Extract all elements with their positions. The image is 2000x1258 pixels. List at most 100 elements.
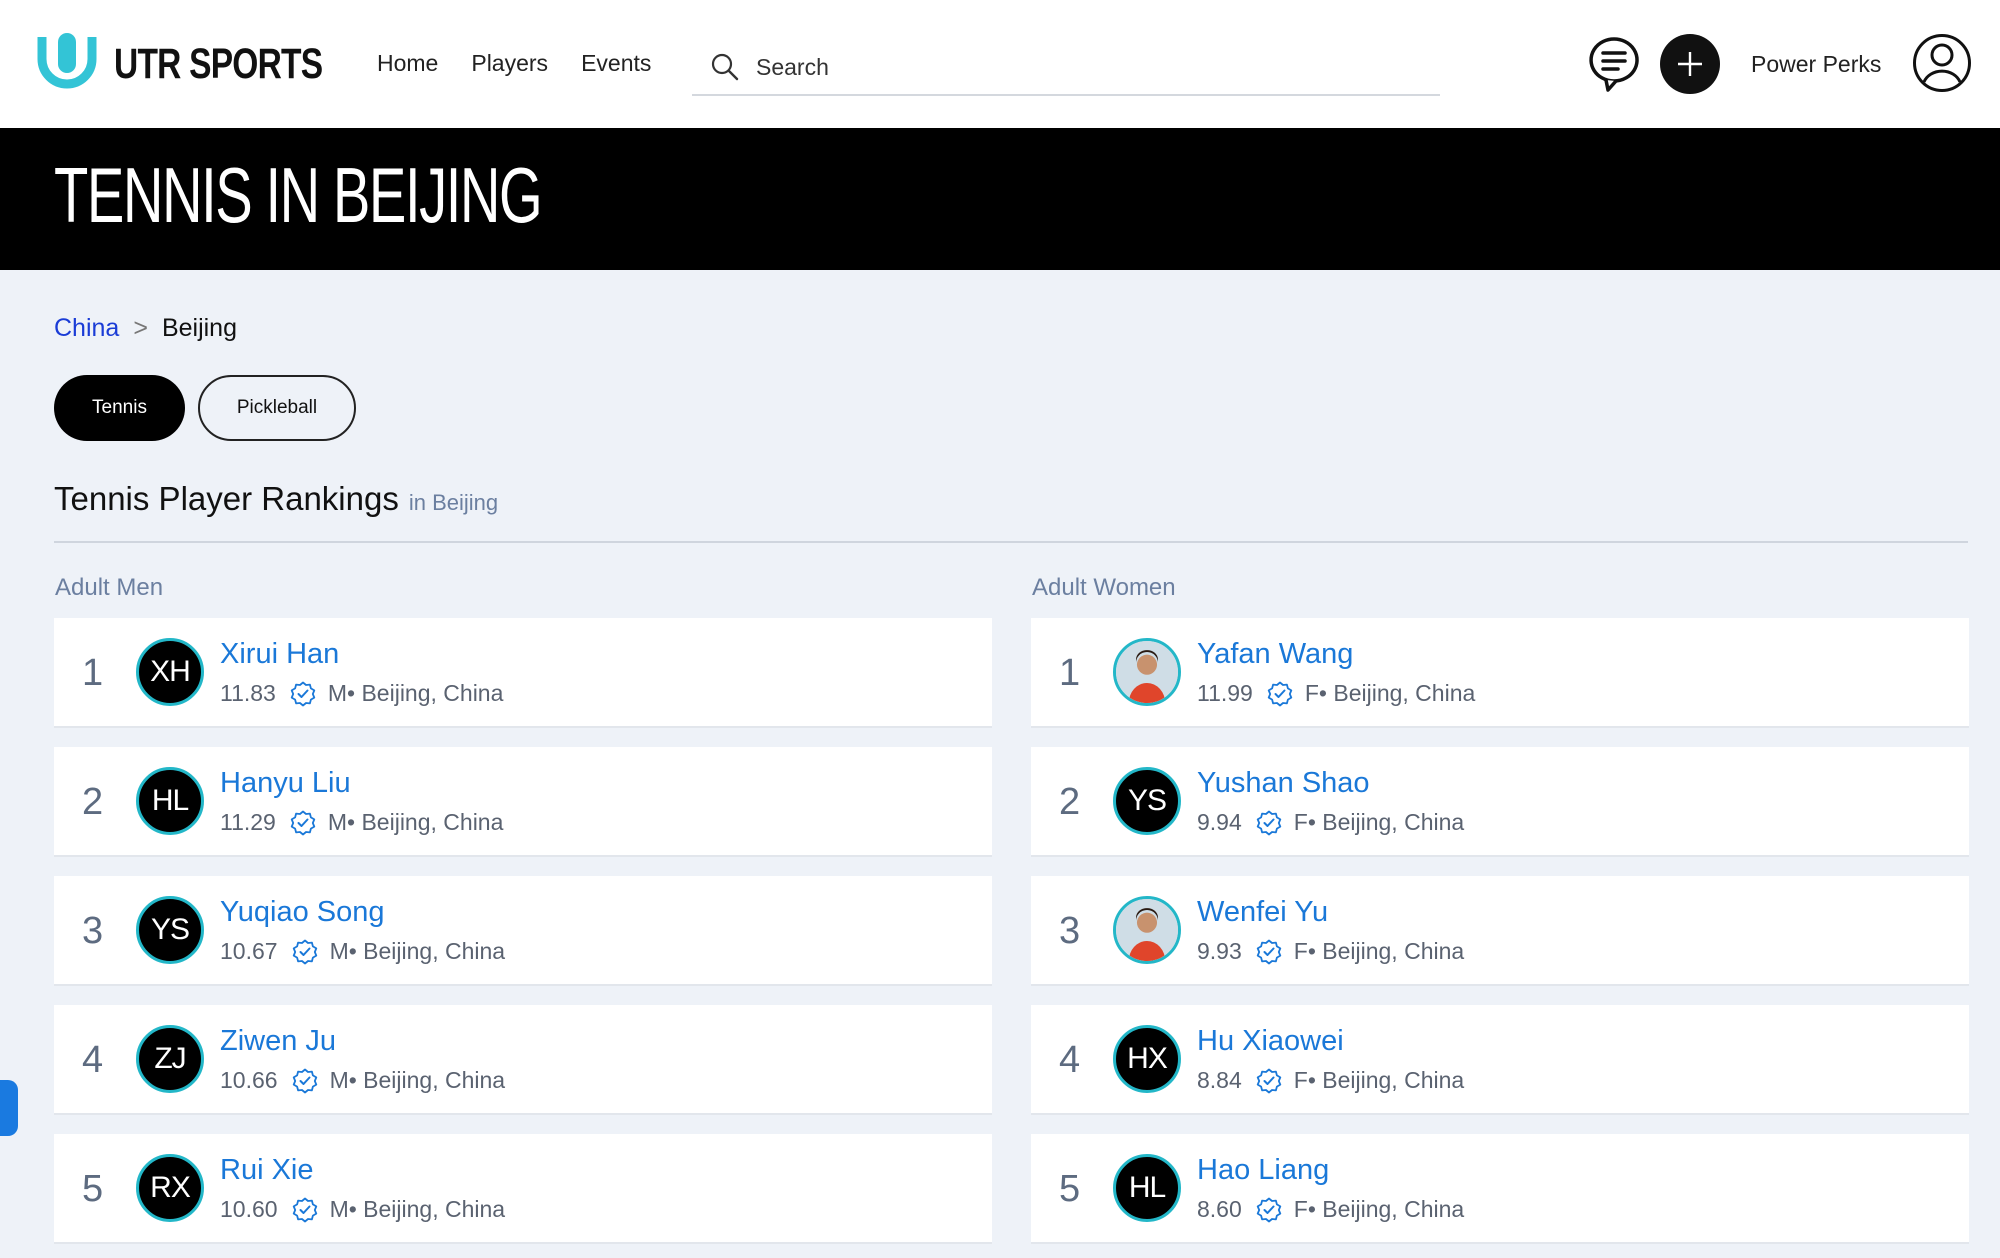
rank-number: 3 (82, 910, 104, 952)
player-meta: 8.84 F• Beijing, China (1197, 1067, 1464, 1094)
ranking-card[interactable]: 1 XH Xirui Han 11.83 M• Beijing, China (54, 618, 992, 728)
rank-number: 1 (1059, 652, 1081, 694)
player-name-link[interactable]: Xirui Han (220, 638, 339, 671)
ranking-card[interactable]: 4 HX Hu Xiaowei 8.84 F• Beijing, China (1031, 1005, 1969, 1115)
verified-icon (1256, 939, 1281, 964)
tab-tennis[interactable]: Tennis (54, 375, 185, 441)
player-avatar[interactable]: YS (1113, 767, 1181, 835)
verified-icon (1256, 1197, 1281, 1222)
rankings-title: Tennis Player Rankings (54, 480, 399, 517)
rank-number: 4 (82, 1039, 104, 1081)
adult-women-heading: Adult Women (1032, 574, 1176, 601)
utr-rating: 8.60 (1197, 1196, 1242, 1222)
ranking-card[interactable]: 5 HL Hao Liang 8.60 F• Beijing, China (1031, 1134, 1969, 1244)
utr-rating: 11.29 (220, 809, 276, 835)
player-avatar[interactable]: XH (136, 638, 204, 706)
feedback-tab[interactable] (0, 1080, 18, 1136)
utr-rating: 11.99 (1197, 680, 1253, 706)
player-photo (1116, 899, 1178, 961)
page-title: TENNIS IN BEIJING (54, 151, 543, 239)
utr-rating: 11.83 (220, 680, 276, 706)
divider (54, 541, 1968, 543)
utr-sports-logo[interactable]: UTR SPORTS (34, 30, 381, 98)
avatar-initials: HL (151, 784, 189, 817)
player-name-link[interactable]: Ziwen Ju (220, 1025, 336, 1058)
logo-text: UTR SPORTS (114, 39, 323, 88)
messages-icon[interactable] (1588, 36, 1640, 92)
player-meta: 11.99 F• Beijing, China (1197, 680, 1475, 707)
player-name-link[interactable]: Rui Xie (220, 1154, 314, 1187)
verified-icon (1256, 810, 1281, 835)
player-meta: 9.94 F• Beijing, China (1197, 809, 1464, 836)
adult-women-column: Adult Women 1 Yafan Wang 11.99 F• Beijing, … (1031, 574, 1969, 1244)
add-button[interactable] (1660, 34, 1720, 94)
ranking-card[interactable]: 1 Yafan Wang 11.99 F• Beijing, China (1031, 618, 1969, 728)
player-avatar[interactable] (1113, 638, 1181, 706)
player-name-link[interactable]: Yushan Shao (1197, 767, 1370, 800)
rankings-heading: Tennis Player Rankings in Beijing (54, 480, 498, 518)
avatar-initials: YS (150, 913, 190, 946)
search-placeholder: Search (756, 53, 829, 80)
player-location: M• Beijing, China (327, 809, 504, 835)
search-input[interactable]: Search (692, 40, 1440, 96)
rank-number: 5 (1059, 1168, 1081, 1210)
rank-number: 2 (82, 781, 104, 823)
player-location: F• Beijing, China (1293, 938, 1465, 964)
player-location: M• Beijing, China (329, 1067, 506, 1093)
player-meta: 8.60 F• Beijing, China (1197, 1196, 1464, 1223)
player-name-link[interactable]: Hanyu Liu (220, 767, 351, 800)
utr-rating: 10.67 (220, 938, 278, 964)
player-photo (1116, 641, 1178, 703)
breadcrumb: China > Beijing (54, 314, 237, 343)
ranking-card[interactable]: 4 ZJ Ziwen Ju 10.66 M• Beijing, China (54, 1005, 992, 1115)
player-avatar[interactable]: YS (136, 896, 204, 964)
player-avatar[interactable]: HL (136, 767, 204, 835)
utr-rating: 10.66 (220, 1067, 278, 1093)
hero-banner: TENNIS IN BEIJING (0, 128, 2000, 270)
player-meta: 11.83 M• Beijing, China (220, 680, 503, 707)
player-name-link[interactable]: Hao Liang (1197, 1154, 1329, 1187)
utr-rating: 10.60 (220, 1196, 278, 1222)
rank-number: 5 (82, 1168, 104, 1210)
rank-number: 1 (82, 652, 104, 694)
player-location: F• Beijing, China (1304, 680, 1476, 706)
rank-number: 2 (1059, 781, 1081, 823)
ranking-card[interactable]: 2 HL Hanyu Liu 11.29 M• Beijing, China (54, 747, 992, 857)
ranking-card[interactable]: 2 YS Yushan Shao 9.94 F• Beijing, China (1031, 747, 1969, 857)
rank-number: 3 (1059, 910, 1081, 952)
ranking-card[interactable]: 3 Wenfei Yu 9.93 F• Beijing, China (1031, 876, 1969, 986)
player-avatar[interactable]: HL (1113, 1154, 1181, 1222)
nav-players[interactable]: Players (471, 50, 548, 77)
player-meta: 10.66 M• Beijing, China (220, 1067, 505, 1094)
player-avatar[interactable]: RX (136, 1154, 204, 1222)
adult-men-heading: Adult Men (55, 574, 164, 601)
nav-home[interactable]: Home (377, 50, 438, 77)
tab-pickleball[interactable]: Pickleball (198, 375, 356, 441)
utr-logo-icon (37, 33, 97, 89)
verified-icon (1256, 1068, 1281, 1093)
ranking-card[interactable]: 3 YS Yuqiao Song 10.67 M• Beijing, China (54, 876, 992, 986)
avatar-initials: YS (1127, 784, 1167, 817)
power-perks-link[interactable]: Power Perks (1751, 51, 1881, 78)
player-avatar[interactable]: ZJ (136, 1025, 204, 1093)
player-meta: 10.60 M• Beijing, China (220, 1196, 505, 1223)
plus-icon (1678, 52, 1702, 76)
player-name-link[interactable]: Hu Xiaowei (1197, 1025, 1344, 1058)
player-name-link[interactable]: Yuqiao Song (220, 896, 384, 929)
verified-icon (292, 1197, 317, 1222)
player-meta: 10.67 M• Beijing, China (220, 938, 505, 965)
avatar-initials: HL (1128, 1171, 1166, 1204)
nav-events[interactable]: Events (581, 50, 651, 77)
breadcrumb-country[interactable]: China (54, 314, 119, 343)
player-avatar[interactable] (1113, 896, 1181, 964)
avatar-initials: XH (150, 655, 191, 688)
player-name-link[interactable]: Wenfei Yu (1197, 896, 1328, 929)
player-name-link[interactable]: Yafan Wang (1197, 638, 1353, 671)
ranking-card[interactable]: 5 RX Rui Xie 10.60 M• Beijing, China (54, 1134, 992, 1244)
user-profile-icon[interactable] (1912, 33, 1972, 93)
adult-men-column: Adult Men 1 XH Xirui Han 11.83 M• Beijing, C… (54, 574, 992, 1244)
verified-icon (292, 939, 317, 964)
player-avatar[interactable]: HX (1113, 1025, 1181, 1093)
avatar-initials: HX (1127, 1042, 1168, 1075)
player-location: F• Beijing, China (1293, 1196, 1465, 1222)
